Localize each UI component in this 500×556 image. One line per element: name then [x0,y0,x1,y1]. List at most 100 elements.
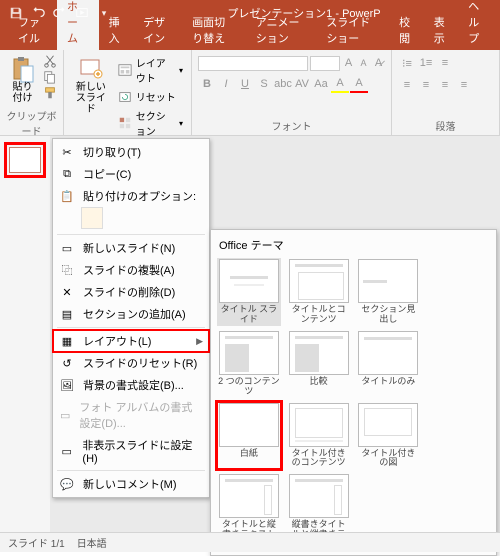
new-slide-label: 新しい スライド [74,82,108,115]
slide-thumbnails: 1 [0,136,50,532]
statusbar: スライド 1/1 日本語 [0,532,500,552]
paste-button[interactable]: 貼り付け [6,54,39,106]
bold-button[interactable]: B [198,75,216,93]
font-color-button[interactable]: A [350,75,368,93]
align-left-button[interactable]: ≡ [398,76,416,94]
reset-icon [118,90,132,104]
paste-label: 貼り付け [10,82,35,104]
cm-new-slide[interactable]: ▭新しいスライド(N) [53,237,209,259]
layout-panel-title: Office テーマ [217,234,490,258]
cm-add-section[interactable]: ▤セクションの追加(A) [53,303,209,325]
section-icon: ▤ [59,306,75,322]
new-slide-button[interactable]: 新しい スライド [70,54,112,117]
layout-comparison[interactable]: 比較 [287,330,351,398]
start-from-beginning-icon[interactable] [72,3,92,23]
quick-access-toolbar: ▾ [6,3,114,23]
cm-cut[interactable]: ✂切り取り(T) [53,141,209,163]
undo-icon[interactable] [28,3,48,23]
bullets-button[interactable]: ⁝≡ [398,54,416,72]
cm-paste-options: 📋貼り付けのオプション: [53,185,209,207]
justify-button[interactable]: ≡ [455,76,473,94]
format-painter-icon[interactable] [43,86,57,100]
numbering-button[interactable]: 1≡ [417,54,435,72]
group-label-paragraph: 段落 [398,116,493,133]
cm-photo-album: ▭フォト アルバムの書式設定(D)... [53,396,209,434]
layout-icon [118,63,132,77]
cut-icon[interactable] [43,54,57,68]
cm-copy[interactable]: ⧉コピー(C) [53,163,209,185]
clear-format-icon[interactable]: A̷ [372,54,385,72]
font-family-input[interactable] [198,56,308,71]
tab-animations[interactable]: アニメーション [246,10,317,50]
layout-picture-caption[interactable]: タイトル付きの図 [357,402,421,470]
paste-icon: 📋 [59,188,75,204]
hide-icon: ▭ [59,443,74,459]
cm-hide-slide[interactable]: ▭非表示スライドに設定(H) [53,434,209,468]
group-slides: 新しい スライド レイアウト▾ リセット セクション▾ スライド [64,50,192,135]
reset-button[interactable]: リセット [116,88,185,105]
tab-design[interactable]: デザイン [133,10,182,50]
copy-icon: ⧉ [59,166,75,182]
qat-dropdown-icon[interactable]: ▾ [94,3,114,23]
separator [57,470,205,471]
background-icon: 🖼 [59,377,75,393]
group-clipboard: 貼り付け クリップボード [0,50,64,135]
reset-icon: ↺ [59,355,75,371]
ribbon-tabs: ファイル ホーム 挿入 デザイン 画面切り替え アニメーション スライド ショー… [0,26,500,50]
layout-title-only[interactable]: タイトルのみ [357,330,421,398]
layout-title-content[interactable]: タイトルとコンテンツ [287,258,351,326]
comment-icon: 💬 [59,476,75,492]
tab-view[interactable]: 表示 [424,10,459,50]
save-icon[interactable] [6,3,26,23]
layout-content-caption[interactable]: タイトル付きのコンテンツ [287,402,351,470]
align-center-button[interactable]: ≡ [417,76,435,94]
cm-new-comment[interactable]: 💬新しいコメント(M) [53,473,209,495]
section-icon [118,116,132,130]
group-paragraph: ⁝≡ 1≡ ≡ ≡ ≡ ≡ ≡ 段落 [392,50,500,135]
cm-delete[interactable]: ✕スライドの削除(D) [53,281,209,303]
align-right-button[interactable]: ≡ [436,76,454,94]
layout-title-slide[interactable]: タイトル スライド [217,258,281,326]
group-label-font: フォント [198,116,385,133]
underline-button[interactable]: U [236,75,254,93]
language-indicator: 日本語 [77,535,107,550]
delete-icon: ✕ [59,284,75,300]
thumbnail-highlight [4,142,46,178]
section-button[interactable]: セクション▾ [116,107,185,139]
tab-help[interactable]: ヘルプ [458,0,500,50]
new-slide-icon: ▭ [59,240,75,256]
indent-decrease-button[interactable]: ≡ [436,54,454,72]
layout-button[interactable]: レイアウト▾ [116,54,185,86]
cm-format-bg[interactable]: 🖼背景の書式設定(B)... [53,374,209,396]
cm-reset[interactable]: ↺スライドのリセット(R) [53,352,209,374]
font-size-input[interactable] [310,56,340,71]
strikethrough-button[interactable]: S [255,75,273,93]
layout-section-header[interactable]: セクション見出し [357,258,421,326]
chevron-right-icon: ▶ [196,336,203,347]
group-label-clipboard: クリップボード [6,106,57,138]
italic-button[interactable]: I [217,75,235,93]
redo-icon[interactable] [50,3,70,23]
increase-font-icon[interactable]: A [342,54,355,72]
separator [57,327,205,328]
ribbon: 貼り付け クリップボード 新しい スライド レイアウト▾ リセット セクション▾… [0,50,500,136]
photo-album-icon: ▭ [59,407,71,423]
cm-layout[interactable]: ▦レイアウト(L)▶ [53,330,209,352]
tab-transitions[interactable]: 画面切り替え [182,10,246,50]
layout-blank[interactable]: 白紙 [217,402,281,470]
font-highlight-button[interactable]: A [331,75,349,93]
slide-thumb-1[interactable] [9,147,41,173]
layout-panel: Office テーマ タイトル スライド タイトルとコンテンツ セクション見出し… [210,229,497,556]
layout-two-content[interactable]: 2 つのコンテンツ [217,330,281,398]
cm-duplicate[interactable]: ⿻スライドの複製(A) [53,259,209,281]
shadow-button[interactable]: abc [274,75,292,93]
paste-option-1[interactable] [81,207,103,229]
tab-review[interactable]: 校閲 [389,10,424,50]
copy-icon[interactable] [43,70,57,84]
char-spacing-button[interactable]: AV [293,75,311,93]
change-case-button[interactable]: Aa [312,75,330,93]
decrease-font-icon[interactable]: A [357,54,370,72]
tab-slideshow[interactable]: スライド ショー [316,10,389,50]
layout-icon: ▦ [59,333,75,349]
paste-option-buttons [53,207,209,232]
